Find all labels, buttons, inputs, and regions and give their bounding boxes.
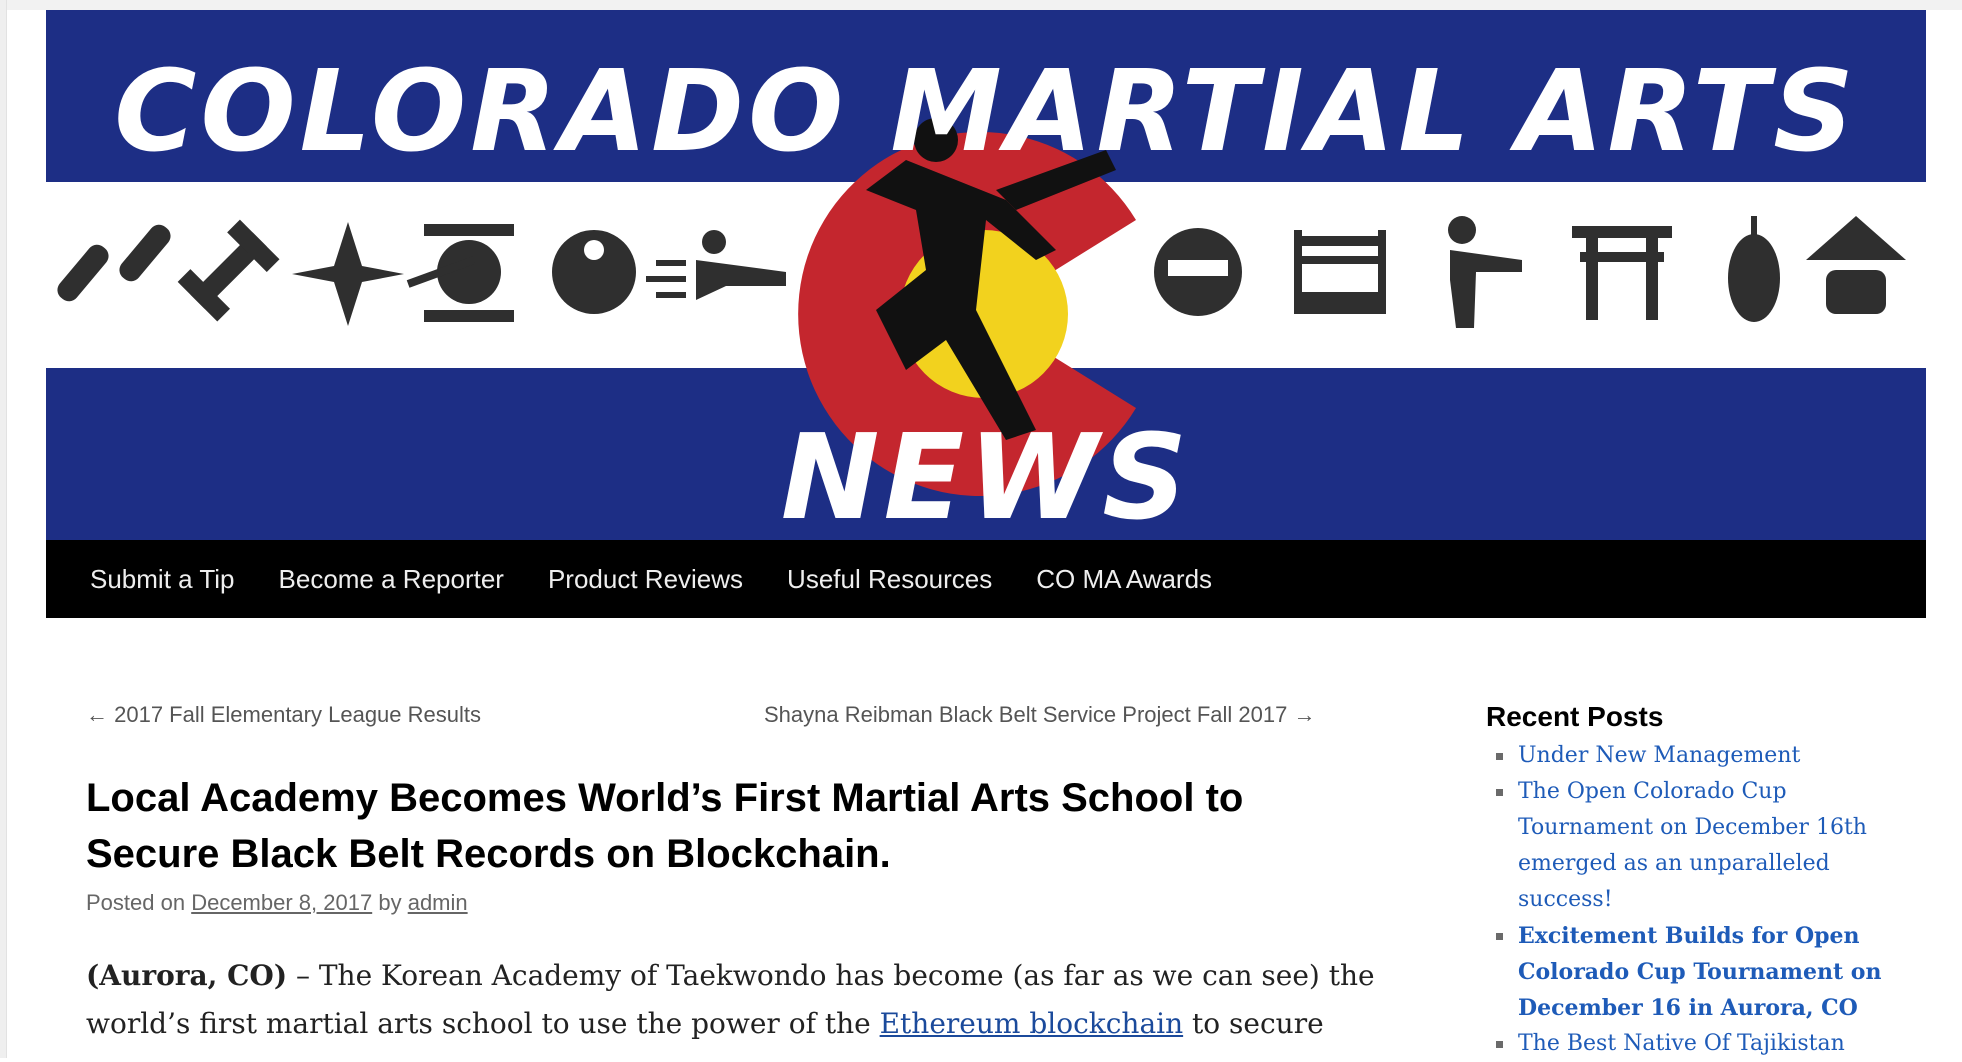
recent-post-link-1[interactable]: Under New Management [1518,743,1800,768]
banner-graphic: COLORADO MARTIAL ARTS NEWS [46,10,1926,540]
main-nav: Submit a Tip Become a Reporter Product R… [46,540,1926,618]
ninja-icon [1154,228,1242,316]
nav-become-reporter[interactable]: Become a Reporter [279,564,504,595]
dateline: (Aurora, CO) [86,959,288,992]
post-date-link[interactable]: December 8, 2017 [191,890,372,915]
banner-title-bottom: NEWS [781,408,1192,540]
nav-product-reviews[interactable]: Product Reviews [548,564,743,595]
banner-title-top: COLORADO MARTIAL ARTS [114,47,1858,177]
site-banner[interactable]: COLORADO MARTIAL ARTS NEWS [46,10,1926,540]
recent-post-link-3[interactable]: Excitement Builds for Open Colorado Cup … [1518,923,1881,1021]
nav-co-ma-awards[interactable]: CO MA Awards [1036,564,1212,595]
previous-post-link[interactable]: ← 2017 Fall Elementary League Results [86,702,481,728]
author-link[interactable]: admin [408,890,468,915]
article-meta: Posted on December 8, 2017 by admin [86,890,468,916]
yin-yang-icon [552,230,636,314]
recent-post-link-4[interactable]: The Best Native Of Tajikistan [1518,1031,1845,1056]
recent-post-item: The Best Native Of Tajikistan [1486,1026,1906,1062]
recent-posts-heading: Recent Posts [1486,701,1664,732]
nav-submit-tip[interactable]: Submit a Tip [90,564,235,595]
page-left-edge [0,0,7,1058]
nav-useful-resources[interactable]: Useful Resources [787,564,992,595]
posted-on-label: Posted on [86,890,186,915]
next-post-link[interactable]: Shayna Reibman Black Belt Service Projec… [764,702,1315,728]
ethereum-blockchain-link[interactable]: Ethereum blockchain [880,1007,1184,1040]
article-body: (Aurora, CO) – The Korean Academy of Tae… [86,952,1376,1048]
sidebar-recent-posts: Recent Posts Under New Management The Op… [1486,700,1906,1062]
recent-posts-list: Under New Management The Open Colorado C… [1486,738,1906,1062]
recent-post-link-2[interactable]: The Open Colorado Cup Tournament on Dece… [1518,779,1867,912]
by-label: by [378,890,402,915]
recent-post-item: Excitement Builds for Open Colorado Cup … [1486,918,1906,1026]
article-title: Local Academy Becomes World’s First Mart… [86,776,1244,876]
recent-post-item: Under New Management [1486,738,1906,774]
recent-post-item: The Open Colorado Cup Tournament on Dece… [1486,774,1906,918]
body-text-2: to secure [1183,1007,1324,1040]
page-top-rule [0,0,1962,10]
